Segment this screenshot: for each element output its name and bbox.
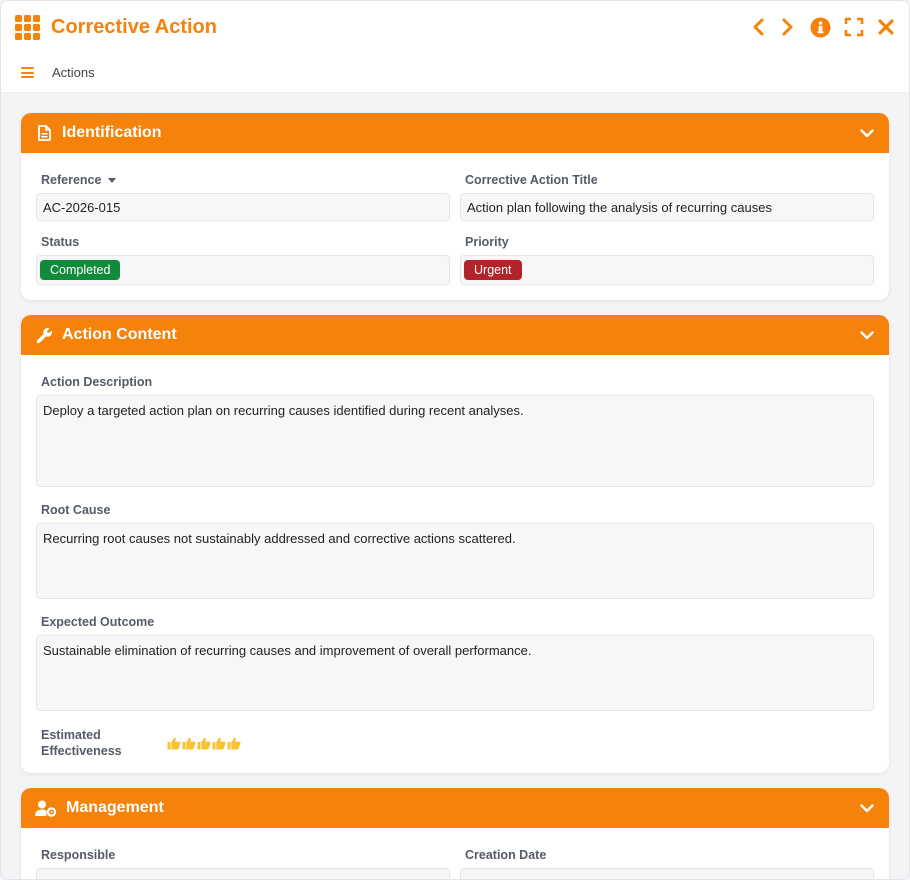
wrench-icon <box>35 327 53 344</box>
chevron-down-icon[interactable] <box>859 327 875 343</box>
corrective-action-window: Corrective Action Actions Identification… <box>0 0 910 880</box>
thumbs-up-icon[interactable] <box>211 736 226 750</box>
chevron-down-icon[interactable] <box>859 125 875 141</box>
action-description-label: Action Description <box>41 375 153 389</box>
document-icon <box>35 125 53 141</box>
window-title: Corrective Action <box>51 15 217 38</box>
form-content: Identification Reference AC-2026-015 Cor… <box>1 93 909 879</box>
menu-bar: Actions <box>1 53 909 93</box>
responsible-field[interactable] <box>36 868 450 879</box>
close-icon[interactable] <box>877 17 895 37</box>
management-title: Management <box>66 799 164 816</box>
root-cause-label: Root Cause <box>41 503 111 517</box>
chevron-left-icon[interactable] <box>749 17 767 37</box>
creation-date-label: Creation Date <box>465 848 547 862</box>
action-content-section: Action Content Action Description Deploy… <box>21 315 889 773</box>
chevron-right-icon[interactable] <box>779 17 797 37</box>
priority-badge: Urgent <box>464 260 522 280</box>
thumbs-up-icon[interactable] <box>181 736 196 750</box>
management-header[interactable]: Management <box>21 788 889 828</box>
action-content-header[interactable]: Action Content <box>21 315 889 355</box>
identification-header[interactable]: Identification <box>21 113 889 153</box>
caret-down-icon[interactable] <box>108 177 117 183</box>
reference-field[interactable]: AC-2026-015 <box>36 193 450 221</box>
effectiveness-label: Estimated Effectiveness <box>41 728 122 758</box>
expected-outcome-field[interactable]: Sustainable elimination of recurring cau… <box>36 635 874 711</box>
identification-title: Identification <box>62 124 162 141</box>
thumbs-up-icon[interactable] <box>226 736 241 750</box>
responsible-label: Responsible <box>41 848 116 862</box>
priority-field[interactable]: Urgent <box>460 255 874 285</box>
menu-label-actions[interactable]: Actions <box>52 65 95 80</box>
thumbs-up-icon[interactable] <box>196 736 211 750</box>
effectiveness-rating[interactable] <box>166 736 241 750</box>
effectiveness-row: Estimated Effectiveness <box>36 727 874 759</box>
priority-label: Priority <box>465 235 509 249</box>
info-icon[interactable] <box>809 17 831 37</box>
reference-label: Reference <box>41 173 450 187</box>
title-actions <box>749 17 895 37</box>
management-section: Management Responsible Creation Date <box>21 788 889 879</box>
apps-grid-icon[interactable] <box>15 15 41 40</box>
expected-outcome-label: Expected Outcome <box>41 615 155 629</box>
fullscreen-icon[interactable] <box>843 17 865 37</box>
action-description-field[interactable]: Deploy a targeted action plan on recurri… <box>36 395 874 487</box>
title-bar: Corrective Action <box>1 1 909 53</box>
chevron-down-icon[interactable] <box>859 800 875 816</box>
status-label: Status <box>41 235 80 249</box>
creation-date-field[interactable] <box>460 868 874 879</box>
status-badge: Completed <box>40 260 121 280</box>
user-gear-icon <box>35 800 57 817</box>
thumbs-up-icon[interactable] <box>166 736 181 750</box>
root-cause-field[interactable]: Recurring root causes not sustainably ad… <box>36 523 874 599</box>
action-title-label: Corrective Action Title <box>465 173 598 187</box>
status-field[interactable]: Completed <box>36 255 450 285</box>
hamburger-menu-icon[interactable] <box>21 67 34 78</box>
action-title-field[interactable]: Action plan following the analysis of re… <box>460 193 874 221</box>
identification-section: Identification Reference AC-2026-015 Cor… <box>21 113 889 300</box>
action-content-title: Action Content <box>62 326 177 343</box>
